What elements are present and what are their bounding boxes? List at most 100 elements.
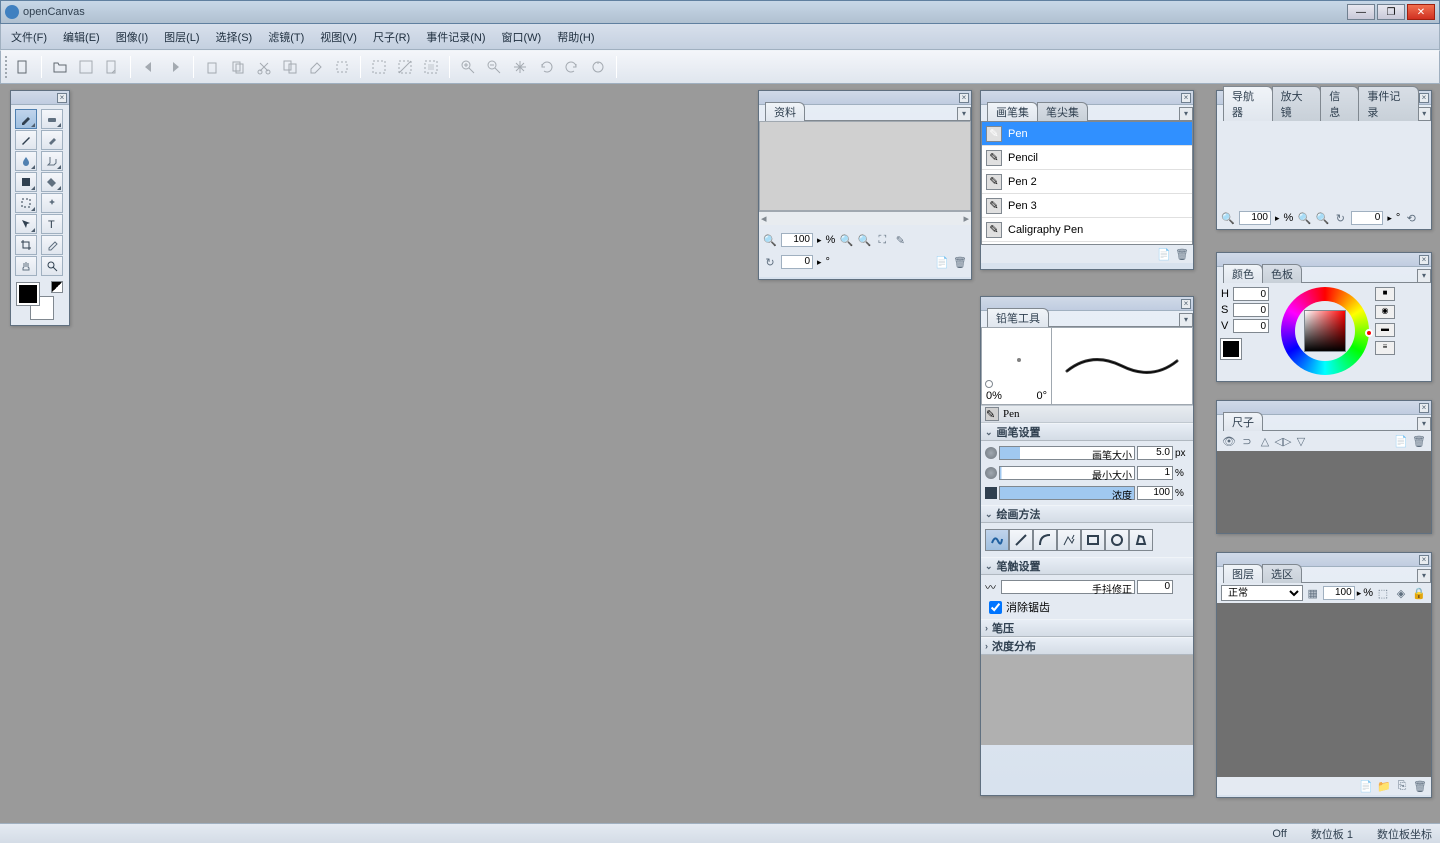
nav-menu-icon[interactable]: ▾ [1418,107,1432,121]
info-close-icon[interactable]: × [959,93,969,103]
ruler-trash-icon[interactable]: 🗑 [1411,433,1427,449]
tab-color[interactable]: 颜色 [1223,264,1263,283]
pencil-menu-icon[interactable]: ▾ [1179,313,1193,327]
layer-close-icon[interactable]: × [1419,555,1429,565]
menu-select[interactable]: 选择(S) [208,27,261,47]
antialias-checkbox[interactable] [989,601,1002,614]
tab-swatches[interactable]: 色板 [1262,264,1302,283]
blur-tool[interactable] [15,151,37,171]
new-file-button[interactable] [11,55,35,79]
ruler-menu-icon[interactable]: ▾ [1417,417,1431,431]
menu-help[interactable]: 帮助(H) [549,27,602,47]
draw-polygon-button[interactable] [1129,529,1153,551]
layer-folder-icon[interactable]: 📁 [1377,779,1391,793]
fit-button[interactable] [508,55,532,79]
current-color[interactable] [1221,339,1241,359]
ruler-close-icon[interactable]: × [1419,403,1429,413]
draw-freehand-button[interactable] [985,529,1009,551]
ruler-line-icon[interactable]: △ [1257,433,1273,449]
rotate-icon[interactable]: ↻ [763,255,777,269]
menu-view[interactable]: 视图(V) [312,27,365,47]
marquee-tool[interactable] [15,193,37,213]
fill-tool[interactable] [41,172,63,192]
angle-value[interactable]: 0 [781,255,813,269]
tab-magnifier[interactable]: 放大镜 [1272,86,1322,121]
color-mode1-icon[interactable]: ■ [1375,287,1395,301]
ruler-flip-icon[interactable]: ◁▷ [1275,433,1291,449]
shake-slider[interactable]: 手抖修正 [1001,580,1135,594]
brush-item-pen3[interactable]: ✎Pen 3 [982,194,1192,218]
foreground-color-swatch[interactable] [17,283,39,305]
hand-tool[interactable] [15,256,37,276]
copy-button[interactable] [200,55,224,79]
next-button[interactable] [163,55,187,79]
angle-arrow-icon[interactable]: ▸ [817,257,822,268]
color-square[interactable] [1304,310,1346,352]
section-pressure[interactable]: ›笔压 [981,619,1193,637]
reset-rot-button[interactable] [586,55,610,79]
draw-curve-button[interactable] [1033,529,1057,551]
maximize-button[interactable]: ❐ [1377,4,1405,20]
zoom-in-icon[interactable]: 🔍 [763,233,777,247]
brush-tool[interactable] [15,130,37,150]
pencil-close-icon[interactable]: × [1181,299,1191,309]
invert-sel-button[interactable] [419,55,443,79]
brush-list[interactable]: ✎Pen ✎Pencil ✎Pen 2 ✎Pen 3 ✎Caligraphy P… [981,121,1193,245]
layer-mask-icon[interactable]: ◈ [1393,585,1409,601]
section-brush-settings[interactable]: ⌄画笔设置 [981,423,1193,441]
redo-button[interactable] [560,55,584,79]
s-input[interactable] [1233,303,1269,317]
nav-zoom-value[interactable]: 100 [1239,211,1271,225]
ruler-flipv-icon[interactable]: ▽ [1293,433,1309,449]
draw-polyline-button[interactable] [1057,529,1081,551]
link-minsize-icon[interactable] [985,467,997,479]
section-stroke-settings[interactable]: ⌄笔触设置 [981,557,1193,575]
wand-tool[interactable] [41,193,63,213]
min-size-input[interactable]: 1 [1137,466,1173,480]
eraser-tool[interactable] [41,109,63,129]
export-button[interactable] [100,55,124,79]
menu-event[interactable]: 事件记录(N) [418,27,493,47]
transform-button[interactable] [330,55,354,79]
dup-button[interactable] [278,55,302,79]
blend-mode-select[interactable]: 正常 [1221,585,1303,601]
minimize-button[interactable]: — [1347,4,1375,20]
color-menu-icon[interactable]: ▾ [1417,269,1431,283]
pen-tool[interactable] [41,130,63,150]
menu-filter[interactable]: 滤镜(T) [260,27,312,47]
menu-image[interactable]: 图像(I) [108,27,156,47]
layer-new-icon[interactable]: 📄 [1359,779,1373,793]
open-file-button[interactable] [48,55,72,79]
ruler-snap-icon[interactable]: ⊃ [1239,433,1255,449]
brush-size-input[interactable]: 5.0 [1137,446,1173,460]
tab-layers[interactable]: 图层 [1223,564,1263,583]
trash-icon[interactable]: 🗑 [953,255,967,269]
info-menu-icon[interactable]: ▾ [957,107,971,121]
color-mode4-icon[interactable]: ≡ [1375,341,1395,355]
zoom-in-button[interactable] [456,55,480,79]
ruler-eye-icon[interactable]: 👁 [1221,433,1237,449]
brush-trash-icon[interactable]: 🗑 [1175,247,1189,261]
density-input[interactable]: 100 [1137,486,1173,500]
nav-rotate-icon[interactable]: ↻ [1333,211,1347,225]
menu-window[interactable]: 窗口(W) [494,27,550,47]
new-doc-icon[interactable]: 📄 [935,255,949,269]
nav-zoomout-icon[interactable]: 🔍 [1315,211,1329,225]
zoom-out-icon[interactable]: 🔍 [857,233,871,247]
prev-button[interactable] [137,55,161,79]
layer-clip-icon[interactable]: ⬚ [1375,585,1391,601]
zoom-in2-icon[interactable]: 🔍 [839,233,853,247]
zoom-value[interactable]: 100 [781,233,813,247]
select-all-button[interactable] [367,55,391,79]
color-mode2-icon[interactable]: ◉ [1375,305,1395,319]
draw-rect-button[interactable] [1081,529,1105,551]
shake-input[interactable]: 0 [1137,580,1173,594]
shape-tool[interactable] [15,172,37,192]
layer-opacity-icon[interactable]: ▦ [1305,585,1321,601]
color-wheel[interactable] [1281,287,1369,375]
nav-zoomin-icon[interactable]: 🔍 [1297,211,1311,225]
brush-item-pencil[interactable]: ✎Pencil [982,146,1192,170]
zoom-out-button[interactable] [482,55,506,79]
brush-menu-icon[interactable]: ▾ [1179,107,1193,121]
ruler-new-icon[interactable]: 📄 [1393,433,1409,449]
